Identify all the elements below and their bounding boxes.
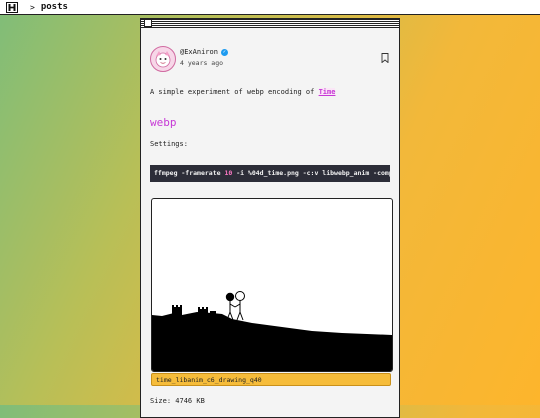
section-heading: webp: [150, 116, 177, 129]
post-timestamp: 4 years ago: [180, 59, 224, 67]
verified-check-icon: ✓: [220, 48, 228, 56]
post-card: @ExAniron ✓ 4 years ago A simple experim…: [140, 18, 400, 418]
code-segment: -i %04d_time.png -c:v libwebp_anim -comp…: [236, 169, 390, 177]
description-link-time[interactable]: Time: [318, 88, 336, 96]
code-segment: ffmpeg -framerate: [154, 169, 225, 177]
avatar[interactable]: [150, 46, 176, 72]
h-logo-icon[interactable]: [6, 1, 18, 13]
username[interactable]: @ExAniron: [180, 48, 218, 56]
post-author: @ExAniron ✓: [180, 48, 228, 56]
window-button[interactable]: [144, 19, 152, 27]
settings-label: Settings:: [150, 140, 188, 148]
breadcrumb-posts[interactable]: posts: [41, 2, 68, 12]
breadcrumb-separator: >: [30, 2, 35, 12]
animation-preview[interactable]: [151, 198, 393, 372]
bookmark-icon[interactable]: [381, 53, 389, 63]
description-text: A simple experiment of webp encoding of: [150, 88, 315, 96]
top-navigation-bar: > posts: [0, 0, 540, 15]
avatar-image: [155, 51, 171, 68]
code-block: ffmpeg -framerate 10 -i %04d_time.png -c…: [150, 165, 390, 182]
comic-drawing: [152, 291, 392, 371]
file-size: Size: 4746 KB: [150, 397, 205, 405]
post-description: A simple experiment of webp encoding of …: [150, 88, 336, 96]
image-caption: time_libanim_c6_drawing_q40: [151, 373, 391, 386]
card-title-bar: [141, 19, 399, 28]
